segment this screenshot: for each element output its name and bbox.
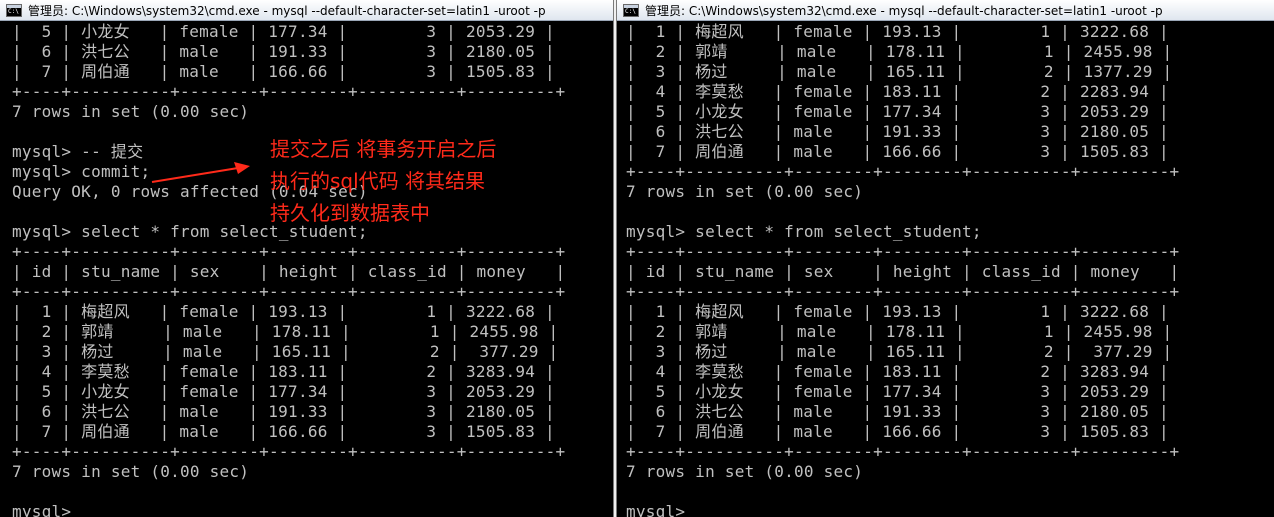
console-line: | 2 | 郭靖 | male | 178.11 | 1 | 2455.98 | <box>626 42 1173 61</box>
console-line: 7 rows in set (0.00 sec) <box>12 462 250 481</box>
annotation-arrow <box>151 162 250 183</box>
console-line: | 7 | 周伯通 | male | 166.66 | 3 | 1505.83 … <box>626 422 1169 441</box>
console-line: +----+----------+--------+--------+-----… <box>12 242 566 261</box>
console-line: +----+----------+--------+--------+-----… <box>12 282 566 301</box>
annotation-line-2: 执行的sql代码 将其结果 <box>270 169 486 193</box>
console-line: | 4 | 李莫愁 | female | 183.11 | 2 | 3283.9… <box>12 362 555 381</box>
console-line: 7 rows in set (0.00 sec) <box>626 182 864 201</box>
right-window-titlebar[interactable]: 管理员: C:\Windows\system32\cmd.exe - mysql… <box>617 0 1274 21</box>
console-line: mysql> <box>626 502 686 517</box>
left-console-output[interactable]: | 5 | 小龙女 | female | 177.34 | 3 | 2053.2… <box>0 22 613 517</box>
annotation-line-1: 提交之后 将事务开启之后 <box>270 137 497 161</box>
console-line: | 6 | 洪七公 | male | 191.33 | 3 | 2180.05 … <box>12 402 555 421</box>
console-line: | 7 | 周伯通 | male | 166.66 | 3 | 1505.83 … <box>626 142 1169 161</box>
console-line: | 5 | 小龙女 | female | 177.34 | 3 | 2053.2… <box>626 382 1169 401</box>
console-line: +----+----------+--------+--------+-----… <box>626 242 1180 261</box>
cmd-console-icon <box>6 3 22 17</box>
console-line: | 1 | 梅超风 | female | 193.13 | 1 | 3222.6… <box>626 22 1169 41</box>
console-line: | 3 | 杨过 | male | 165.11 | 2 | 1377.29 | <box>626 62 1173 81</box>
console-line: +----+----------+--------+--------+-----… <box>626 162 1180 181</box>
console-line: | 3 | 杨过 | male | 165.11 | 2 | 377.29 | <box>626 342 1173 361</box>
console-line: | 1 | 梅超风 | female | 193.13 | 1 | 3222.6… <box>12 302 555 321</box>
console-line: | id | stu_name | sex | height | class_i… <box>12 262 566 281</box>
console-line: | 5 | 小龙女 | female | 177.34 | 3 | 2053.2… <box>12 22 555 41</box>
console-line: | 1 | 梅超风 | female | 193.13 | 1 | 3222.6… <box>626 302 1169 321</box>
right-window-title: 管理员: C:\Windows\system32\cmd.exe - mysql… <box>645 3 1163 18</box>
left-console-window[interactable]: 管理员: C:\Windows\system32\cmd.exe - mysql… <box>0 0 614 517</box>
console-line: +----+----------+--------+--------+-----… <box>12 82 566 101</box>
console-line: | 6 | 洪七公 | male | 191.33 | 3 | 2180.05 … <box>626 402 1169 421</box>
console-line: mysql> select * from select_student; <box>626 222 982 241</box>
console-line: | 2 | 郭靖 | male | 178.11 | 1 | 2455.98 | <box>12 322 559 341</box>
console-line: | 7 | 周伯通 | male | 166.66 | 3 | 1505.83 … <box>12 422 555 441</box>
console-line: | 3 | 杨过 | male | 165.11 | 2 | 377.29 | <box>12 342 559 361</box>
console-line: | 6 | 洪七公 | male | 191.33 | 3 | 2180.05 … <box>626 122 1169 141</box>
console-line: 7 rows in set (0.00 sec) <box>12 102 250 121</box>
console-line: mysql> <box>12 502 72 517</box>
console-line: | id | stu_name | sex | height | class_i… <box>626 262 1180 281</box>
console-line: | 6 | 洪七公 | male | 191.33 | 3 | 2180.05 … <box>12 42 555 61</box>
console-line: +----+----------+--------+--------+-----… <box>12 442 566 461</box>
left-window-title: 管理员: C:\Windows\system32\cmd.exe - mysql… <box>28 3 546 18</box>
console-line: +----+----------+--------+--------+-----… <box>626 442 1180 461</box>
console-line: 7 rows in set (0.00 sec) <box>626 462 864 481</box>
console-line: | 7 | 周伯通 | male | 166.66 | 3 | 1505.83 … <box>12 62 555 81</box>
console-line: | 5 | 小龙女 | female | 177.34 | 3 | 2053.2… <box>12 382 555 401</box>
right-console-window[interactable]: 管理员: C:\Windows\system32\cmd.exe - mysql… <box>616 0 1274 517</box>
console-line: | 2 | 郭靖 | male | 178.11 | 1 | 2455.98 | <box>626 322 1173 341</box>
annotation-line-3: 持久化到数据表中 <box>270 201 430 225</box>
console-line: | 4 | 李莫愁 | female | 183.11 | 2 | 3283.9… <box>626 362 1169 381</box>
console-line: | 5 | 小龙女 | female | 177.34 | 3 | 2053.2… <box>626 102 1169 121</box>
console-line: +----+----------+--------+--------+-----… <box>626 282 1180 301</box>
right-console-output[interactable]: | 1 | 梅超风 | female | 193.13 | 1 | 3222.6… <box>617 22 1274 517</box>
left-window-titlebar[interactable]: 管理员: C:\Windows\system32\cmd.exe - mysql… <box>0 0 613 21</box>
cmd-console-icon <box>623 3 639 17</box>
console-line: | 4 | 李莫愁 | female | 183.11 | 2 | 2283.9… <box>626 82 1169 101</box>
